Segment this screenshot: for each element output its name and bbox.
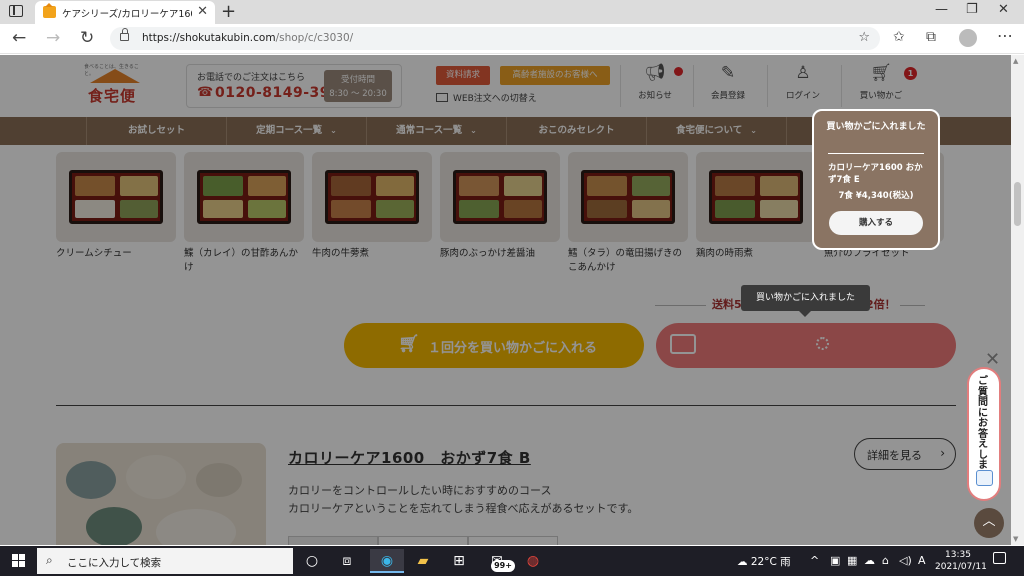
- task-view-icon[interactable]: ⧈: [330, 549, 364, 573]
- tab-close-icon[interactable]: ✕: [197, 4, 208, 19]
- collections-icon[interactable]: ⧉: [926, 29, 936, 45]
- profile-avatar[interactable]: [959, 29, 977, 47]
- search-placeholder: ここに入力して検索: [67, 557, 162, 569]
- store-icon[interactable]: ⊞: [442, 549, 476, 573]
- vertical-scrollbar[interactable]: ▲ ▼: [1011, 55, 1024, 545]
- popup-item-name: カロリーケア1600 おかず7食 E: [828, 163, 923, 185]
- network-icon[interactable]: ⌂: [882, 554, 889, 567]
- back-to-top-button[interactable]: ︿: [974, 508, 1004, 538]
- popup-item-price: 7食 ¥4,340(税込): [838, 191, 914, 201]
- chat-label: ご質問にお答えします: [978, 376, 988, 481]
- file-explorer-icon[interactable]: ▰: [406, 549, 440, 573]
- restore-icon[interactable]: ❐: [966, 2, 978, 17]
- onedrive-icon[interactable]: ☁: [864, 554, 875, 567]
- forward-icon[interactable]: →: [46, 28, 60, 48]
- scroll-up-icon[interactable]: ▲: [1013, 57, 1018, 65]
- tray-app-icon[interactable]: ▣: [830, 554, 840, 567]
- chrome-icon[interactable]: ◍: [516, 549, 550, 573]
- lock-icon[interactable]: [120, 28, 129, 41]
- tab-strip: ケアシリーズ/カロリーケア1600 | 食宅 ✕ + — ❐ ✕: [0, 0, 1024, 24]
- weather-widget[interactable]: ☁ 22°C 雨: [737, 554, 791, 569]
- volume-icon[interactable]: ◁): [899, 554, 912, 567]
- cart-added-popup: 買い物かごに入れました カロリーケア1600 おかず7食 E 7食 ¥4,340…: [812, 109, 940, 250]
- url-host: https://shokutakubin.com: [142, 32, 276, 44]
- search-icon: ⌕: [46, 553, 53, 567]
- cortana-icon[interactable]: ○: [295, 549, 329, 573]
- popup-title: 買い物かごに入れました: [826, 122, 926, 132]
- cloud-rain-icon: ☁: [737, 556, 751, 568]
- browser-tab[interactable]: ケアシリーズ/カロリーケア1600 | 食宅 ✕: [35, 1, 215, 24]
- weather-text: 22°C 雨: [750, 556, 791, 568]
- ime-indicator[interactable]: A: [918, 554, 926, 567]
- chat-widget[interactable]: ご質問にお答えします: [967, 367, 1001, 501]
- tab-title: ケアシリーズ/カロリーケア1600 | 食宅: [62, 9, 192, 20]
- notification-center-icon[interactable]: [993, 552, 1006, 564]
- edge-icon[interactable]: ◉: [370, 549, 404, 573]
- taskbar-clock[interactable]: 13:35 2021/07/11: [935, 549, 987, 573]
- added-tooltip: 買い物かごに入れました: [741, 285, 870, 317]
- scroll-thumb[interactable]: [1014, 182, 1021, 226]
- tray-app-icon[interactable]: ▦: [847, 554, 857, 567]
- site-favicon-icon: [43, 3, 56, 18]
- window-close-icon[interactable]: ✕: [998, 2, 1009, 17]
- add-favorite-icon[interactable]: ☆: [858, 30, 870, 45]
- windows-start-icon[interactable]: [12, 554, 25, 567]
- taskbar-search-input[interactable]: ⌕ ここに入力して検索: [37, 548, 293, 574]
- mail-count-badge: 99+: [491, 560, 515, 572]
- tray-chevron-icon[interactable]: ^: [810, 554, 819, 567]
- url-text: https://shokutakubin.com/shop/c/c3030/: [142, 32, 353, 44]
- new-tab-button[interactable]: +: [221, 1, 236, 22]
- tab-actions-icon[interactable]: [9, 5, 23, 17]
- popup-divider: [828, 153, 924, 154]
- address-bar: ← → ↻ https://shokutakubin.com/shop/c/c3…: [0, 24, 1024, 54]
- purchase-button[interactable]: 購入する: [829, 211, 923, 235]
- page-viewport: 食べることは、生きること。 食宅便 お電話でのご注文はこちら ☎ 0120-81…: [0, 55, 1011, 545]
- url-path: /shop/c/c3030/: [275, 32, 354, 44]
- clock-date: 2021/07/11: [935, 562, 987, 572]
- url-input[interactable]: https://shokutakubin.com/shop/c/c3030/ ☆: [110, 27, 880, 50]
- clock-time: 13:35: [945, 550, 971, 560]
- refresh-icon[interactable]: ↻: [80, 28, 94, 48]
- robot-icon: [976, 470, 993, 486]
- more-menu-icon[interactable]: ⋯: [997, 26, 1013, 45]
- scroll-down-icon[interactable]: ▼: [1013, 535, 1018, 543]
- favorites-icon[interactable]: ✩: [893, 29, 905, 45]
- minimize-icon[interactable]: —: [935, 2, 948, 17]
- back-icon[interactable]: ←: [12, 28, 26, 48]
